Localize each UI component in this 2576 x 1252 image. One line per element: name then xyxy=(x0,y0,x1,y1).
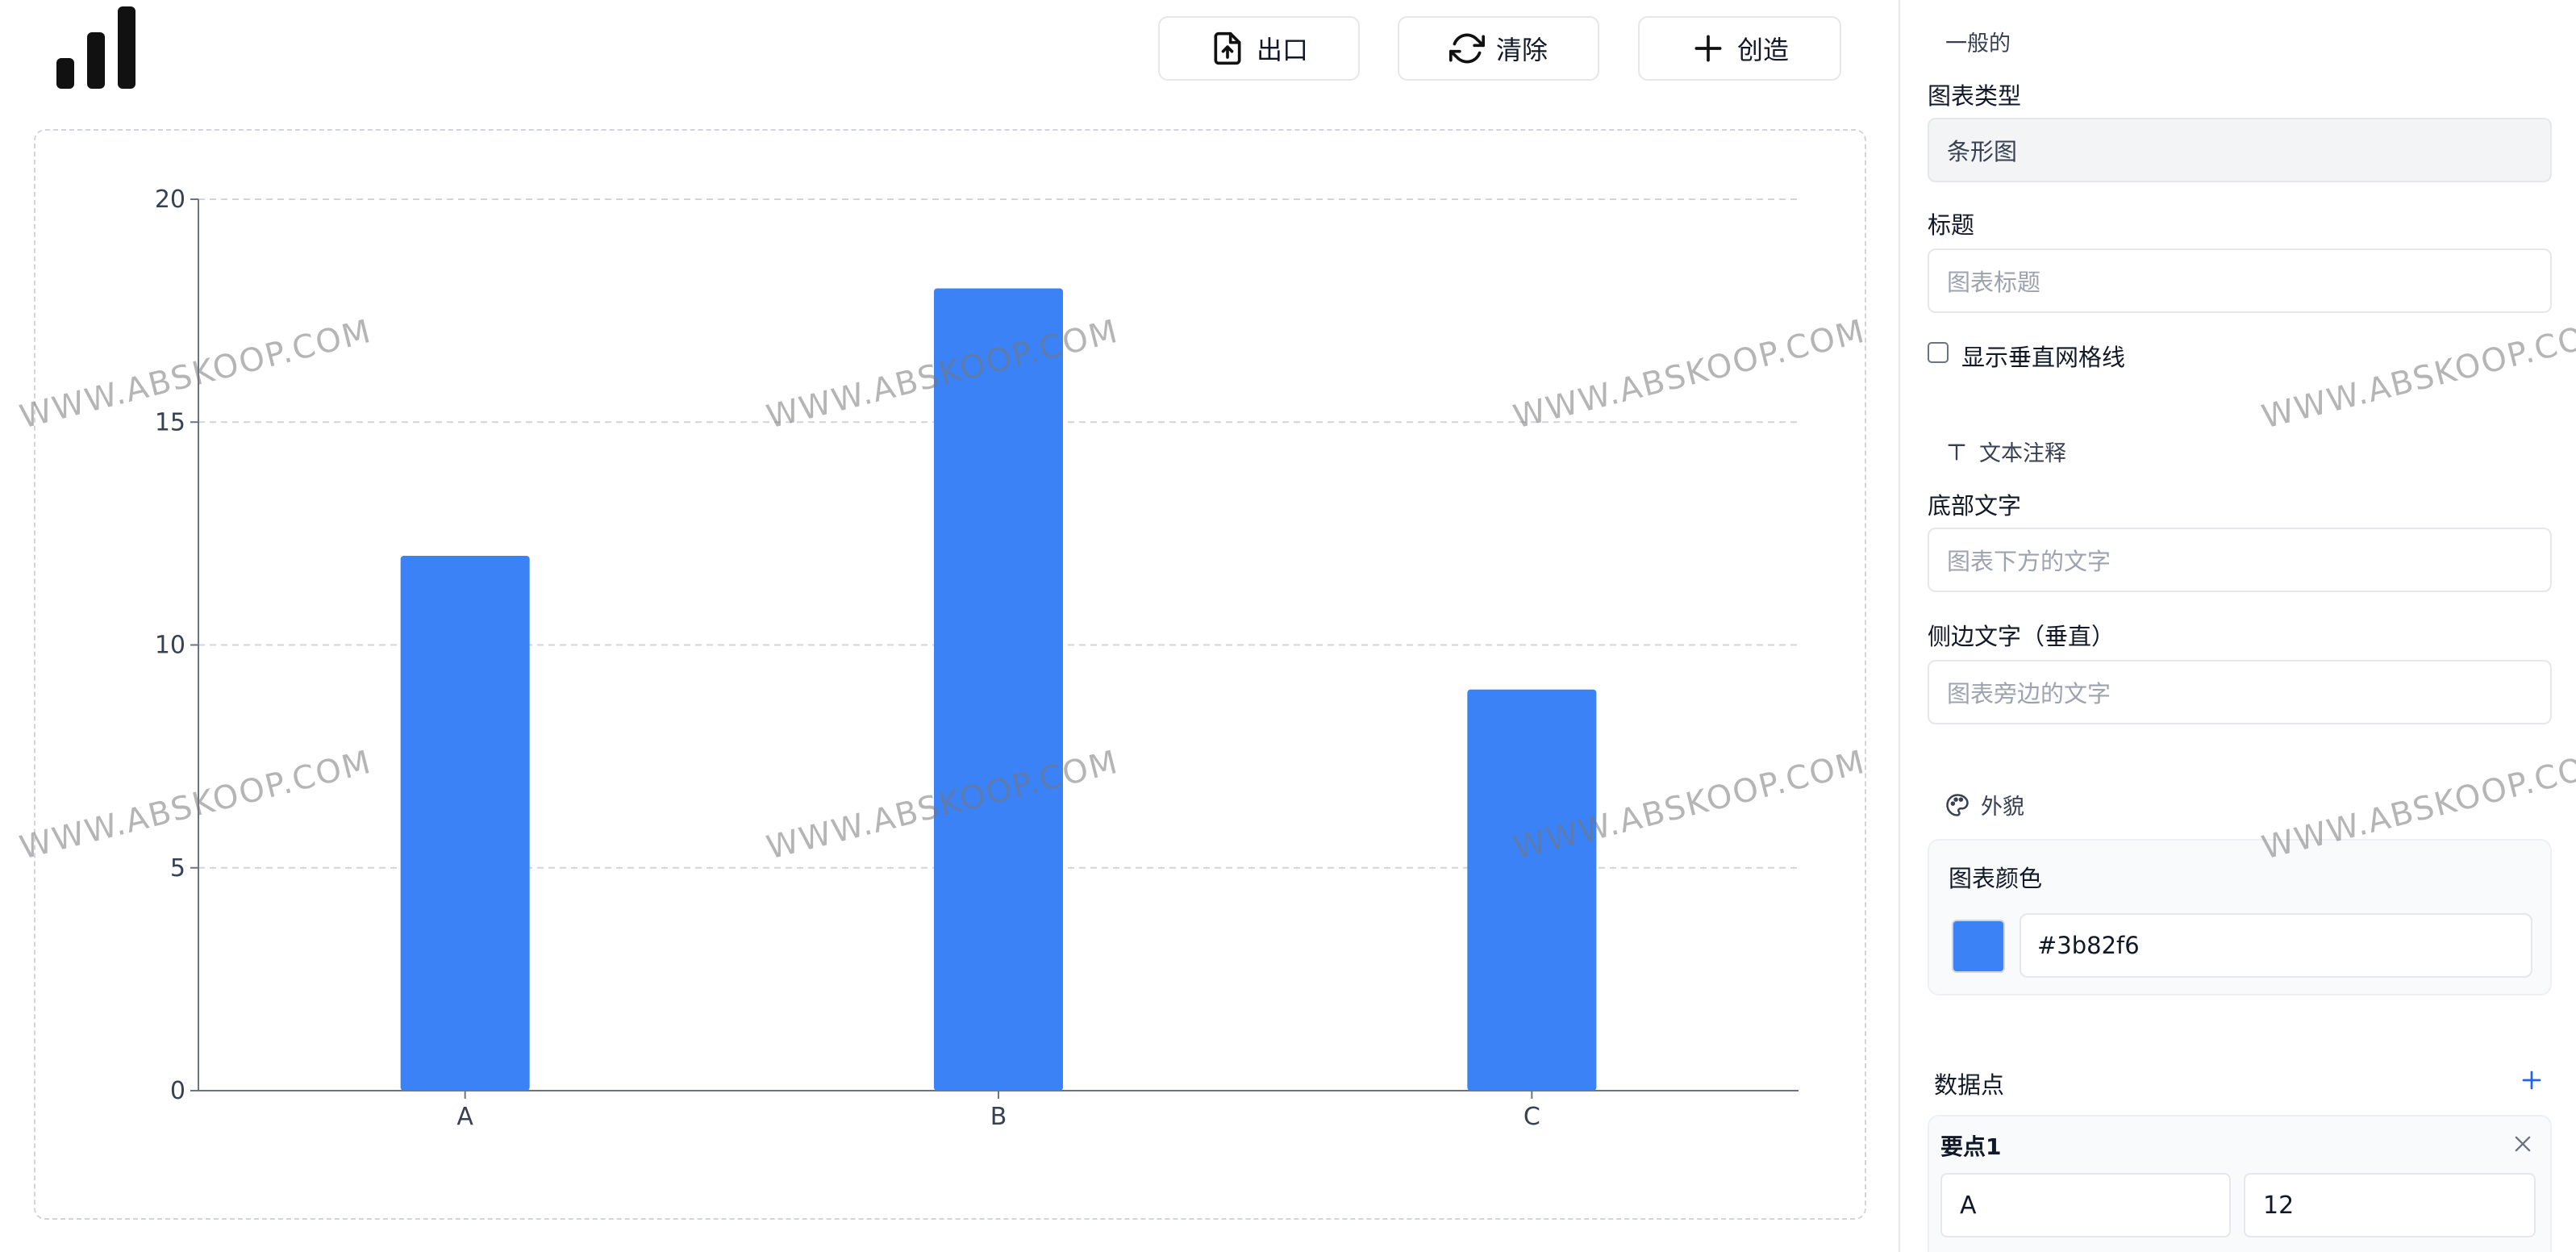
annotations-section-heading: 文本注释 xyxy=(1945,436,2066,467)
side-text-label: 侧边文字（垂直） xyxy=(1928,623,2115,650)
bottom-text-input[interactable]: 图表下方的文字 xyxy=(1928,528,2552,592)
vertical-grid-checkbox[interactable] xyxy=(1928,342,1949,363)
file-upload-icon xyxy=(1214,31,1241,65)
create-button-label: 创造 xyxy=(1736,35,1789,65)
y-tick-label: 5 xyxy=(170,854,185,883)
bar-chart: 0 5 10 15 20 A B C xyxy=(155,186,1799,1131)
x-tick-label: C xyxy=(1524,1103,1540,1131)
chart-type-label: 图表类型 xyxy=(1928,82,2022,110)
appearance-section-heading: 外貌 xyxy=(1945,789,2024,820)
x-tick-label: B xyxy=(990,1103,1007,1131)
text-t-icon xyxy=(1948,444,1965,460)
y-tick-label: 10 xyxy=(155,632,185,660)
data-point-value: 12 xyxy=(2263,1191,2295,1220)
color-swatch[interactable] xyxy=(1952,920,2005,973)
chart-type-value: 条形图 xyxy=(1947,138,2018,165)
annotations-heading-text: 文本注释 xyxy=(1979,441,2066,466)
data-point-label-value: A xyxy=(1960,1191,1977,1220)
general-heading-text: 一般的 xyxy=(1945,31,2011,56)
settings-sidebar: 一般的 图表类型 条形图 标题 图表标题 显示垂直网格线 文本注释 底部文字 图… xyxy=(1899,0,2576,1252)
color-hex-value: #3b82f6 xyxy=(2037,932,2140,959)
plus-icon xyxy=(1694,35,1722,62)
chart-type-select[interactable]: 条形图 xyxy=(1928,118,2552,182)
export-button[interactable]: 出口 xyxy=(1158,16,1360,81)
y-tick-label: 20 xyxy=(155,186,185,214)
data-point-value-input[interactable]: 12 xyxy=(2244,1173,2536,1237)
palette-icon xyxy=(1946,793,1969,816)
data-point-card: 要点1 A 12 xyxy=(1928,1115,2552,1252)
side-text-placeholder: 图表旁边的文字 xyxy=(1947,680,2111,707)
create-button[interactable]: 创造 xyxy=(1638,16,1841,81)
title-input[interactable]: 图表标题 xyxy=(1928,248,2552,313)
data-points-label: 数据点 xyxy=(1934,1071,2005,1099)
export-button-label: 出口 xyxy=(1256,35,1308,65)
app-root: 出口 清除 创造 0 5 10 15 20 A B C 一般的 图表类型 条形图 标题 图表标… xyxy=(0,0,2576,1252)
vertical-grid-label: 显示垂直网格线 xyxy=(1961,344,2126,371)
logo-bar-chart-icon xyxy=(56,6,137,89)
chart-color-card: 图表颜色 #3b82f6 xyxy=(1928,839,2552,995)
color-hex-input[interactable]: #3b82f6 xyxy=(2020,913,2532,978)
add-data-point-icon[interactable] xyxy=(2520,1068,2544,1092)
refresh-icon xyxy=(1448,33,1485,64)
bottom-text-label: 底部文字 xyxy=(1928,492,2022,520)
side-text-input[interactable]: 图表旁边的文字 xyxy=(1928,660,2552,724)
title-label: 标题 xyxy=(1928,211,1975,239)
bar xyxy=(400,556,530,1091)
remove-point-close-icon[interactable] xyxy=(2511,1133,2534,1155)
bar xyxy=(934,288,1063,1091)
clear-button-label: 清除 xyxy=(1495,35,1548,65)
chart-canvas: 0 5 10 15 20 A B C xyxy=(34,129,1866,1220)
y-tick-label: 15 xyxy=(155,408,185,436)
clear-button[interactable]: 清除 xyxy=(1398,16,1599,81)
bottom-text-placeholder: 图表下方的文字 xyxy=(1947,548,2111,575)
y-tick-label: 0 xyxy=(170,1077,185,1105)
appearance-heading-text: 外貌 xyxy=(1981,795,2024,820)
general-section-heading: 一般的 xyxy=(1945,26,2011,57)
data-point-title: 要点1 xyxy=(1940,1133,2002,1160)
bar xyxy=(1467,689,1597,1091)
chart-color-label: 图表颜色 xyxy=(1949,865,2043,892)
title-input-placeholder: 图表标题 xyxy=(1947,269,2041,296)
x-tick-label: A xyxy=(456,1103,473,1131)
data-point-label-input[interactable]: A xyxy=(1940,1173,2231,1237)
